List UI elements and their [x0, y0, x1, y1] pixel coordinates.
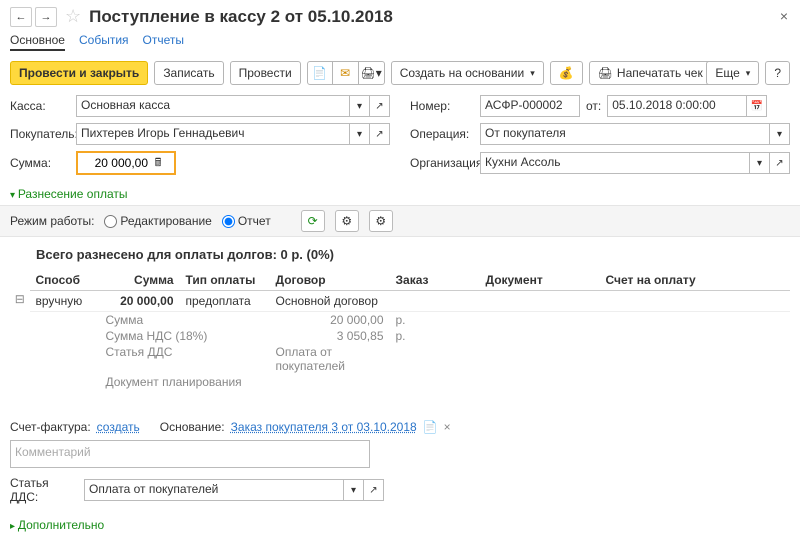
create-based-button[interactable]: Создать на основании▾ — [391, 61, 544, 85]
print-icon[interactable]: 🖨▾ — [359, 61, 385, 85]
more-button[interactable]: Еще▾ — [706, 61, 759, 85]
org-label: Организация: — [410, 156, 480, 170]
mode-report-radio[interactable]: Отчет — [222, 214, 271, 228]
th-pay-type: Тип оплаты — [180, 270, 270, 291]
additional-section-toggle[interactable]: Дополнительно — [0, 516, 800, 534]
dds-open-icon[interactable]: ↗ — [364, 479, 384, 501]
th-sum: Сумма — [100, 270, 180, 291]
allocation-summary: Всего разнесено для оплаты долгов: 0 р. … — [0, 237, 800, 270]
table-row[interactable]: вручную 20 000,00 предоплата Основной до… — [30, 291, 791, 312]
kassa-open-icon[interactable]: ↗ — [370, 95, 390, 117]
sub-row-plan: Документ планирования — [30, 374, 791, 390]
allocation-section-toggle[interactable]: Разнесение оплаты — [0, 185, 800, 205]
sub-row-sum: Сумма 20 000,00 р. — [30, 312, 791, 329]
dds-dropdown-icon[interactable]: ▾ — [344, 479, 364, 501]
kassa-label: Касса: — [10, 99, 76, 113]
sum-input[interactable] — [80, 155, 150, 171]
post-button[interactable]: Провести — [230, 61, 301, 85]
th-contract: Договор — [270, 270, 390, 291]
basis-label: Основание: — [160, 420, 225, 434]
mode-label: Режим работы: — [10, 214, 94, 228]
buyer-label: Покупатель: — [10, 127, 76, 141]
allocation-table: Способ Сумма Тип оплаты Договор Заказ До… — [30, 270, 791, 390]
kkt-icon-button[interactable]: 💰 — [550, 61, 583, 85]
basis-link[interactable]: Заказ покупателя 3 от 03.10.2018 — [231, 420, 417, 434]
th-method: Способ — [30, 270, 100, 291]
operation-dropdown-icon[interactable]: ▾ — [770, 123, 790, 145]
close-icon[interactable]: × — [780, 8, 788, 24]
buyer-open-icon[interactable]: ↗ — [370, 123, 390, 145]
print-check-button[interactable]: 🖨 Напечатать чек — [589, 61, 712, 85]
number-input[interactable]: АСФР-000002 — [480, 95, 580, 117]
operation-input[interactable]: От покупателя — [480, 123, 770, 145]
org-open-icon[interactable]: ↗ — [770, 152, 790, 174]
basis-doc-icon[interactable]: 📄 — [423, 420, 438, 434]
invoice-label: Счет-фактура: — [10, 420, 91, 434]
th-invoice: Счет на оплату — [600, 270, 791, 291]
kassa-dropdown-icon[interactable]: ▾ — [350, 95, 370, 117]
number-label: Номер: — [410, 99, 480, 113]
buyer-input[interactable]: Пихтерев Игорь Геннадьевич — [76, 123, 350, 145]
sub-row-dds: Статья ДДС Оплата от покупателей — [30, 344, 791, 374]
comment-input[interactable]: Комментарий — [10, 440, 370, 468]
help-button[interactable]: ? — [765, 61, 790, 85]
nav-back-button[interactable]: ← — [10, 7, 32, 27]
mode-edit-radio[interactable]: Редактирование — [104, 214, 211, 228]
sub-row-vat: Сумма НДС (18%) 3 050,85 р. — [30, 328, 791, 344]
buyer-dropdown-icon[interactable]: ▾ — [350, 123, 370, 145]
nav-forward-button[interactable]: → — [35, 7, 57, 27]
document-icon[interactable]: 📄 — [307, 61, 333, 85]
tab-bar: Основное События Отчеты — [0, 31, 800, 55]
date-input[interactable]: 05.10.2018 0:00:00 — [607, 95, 747, 117]
sum-input-wrapper: 🖩 — [76, 151, 176, 175]
favorite-star-icon[interactable]: ☆ — [65, 6, 81, 27]
page-title: Поступление в кассу 2 от 05.10.2018 — [89, 7, 393, 27]
dds-input[interactable]: Оплата от покупателей — [84, 479, 344, 501]
refresh-icon[interactable]: ⟳ — [301, 210, 325, 232]
save-button[interactable]: Записать — [154, 61, 223, 85]
org-input[interactable]: Кухни Ассоль — [480, 152, 750, 174]
dds-label: Статья ДДС: — [10, 476, 80, 504]
calendar-icon[interactable]: 📅 — [747, 95, 767, 117]
post-and-close-button[interactable]: Провести и закрыть — [10, 61, 148, 85]
tab-events[interactable]: События — [79, 31, 129, 51]
th-document: Документ — [480, 270, 600, 291]
settings2-icon[interactable]: ⚙ — [369, 210, 393, 232]
tab-main[interactable]: Основное — [10, 31, 65, 51]
tree-collapse-icon[interactable]: ⊟ — [15, 292, 25, 306]
org-dropdown-icon[interactable]: ▾ — [750, 152, 770, 174]
kassa-input[interactable]: Основная касса — [76, 95, 350, 117]
create-invoice-link[interactable]: создать — [97, 420, 140, 434]
icon-button-group: 📄 ✉ 🖨▾ — [307, 61, 385, 85]
basis-clear-icon[interactable]: × — [444, 420, 451, 434]
tab-reports[interactable]: Отчеты — [143, 31, 184, 51]
th-order: Заказ — [390, 270, 480, 291]
mail-icon[interactable]: ✉ — [333, 61, 359, 85]
from-label: от: — [586, 99, 601, 113]
calculator-icon[interactable]: 🖩 — [150, 155, 166, 171]
settings1-icon[interactable]: ⚙ — [335, 210, 359, 232]
sum-label: Сумма: — [10, 156, 76, 170]
operation-label: Операция: — [410, 127, 480, 141]
